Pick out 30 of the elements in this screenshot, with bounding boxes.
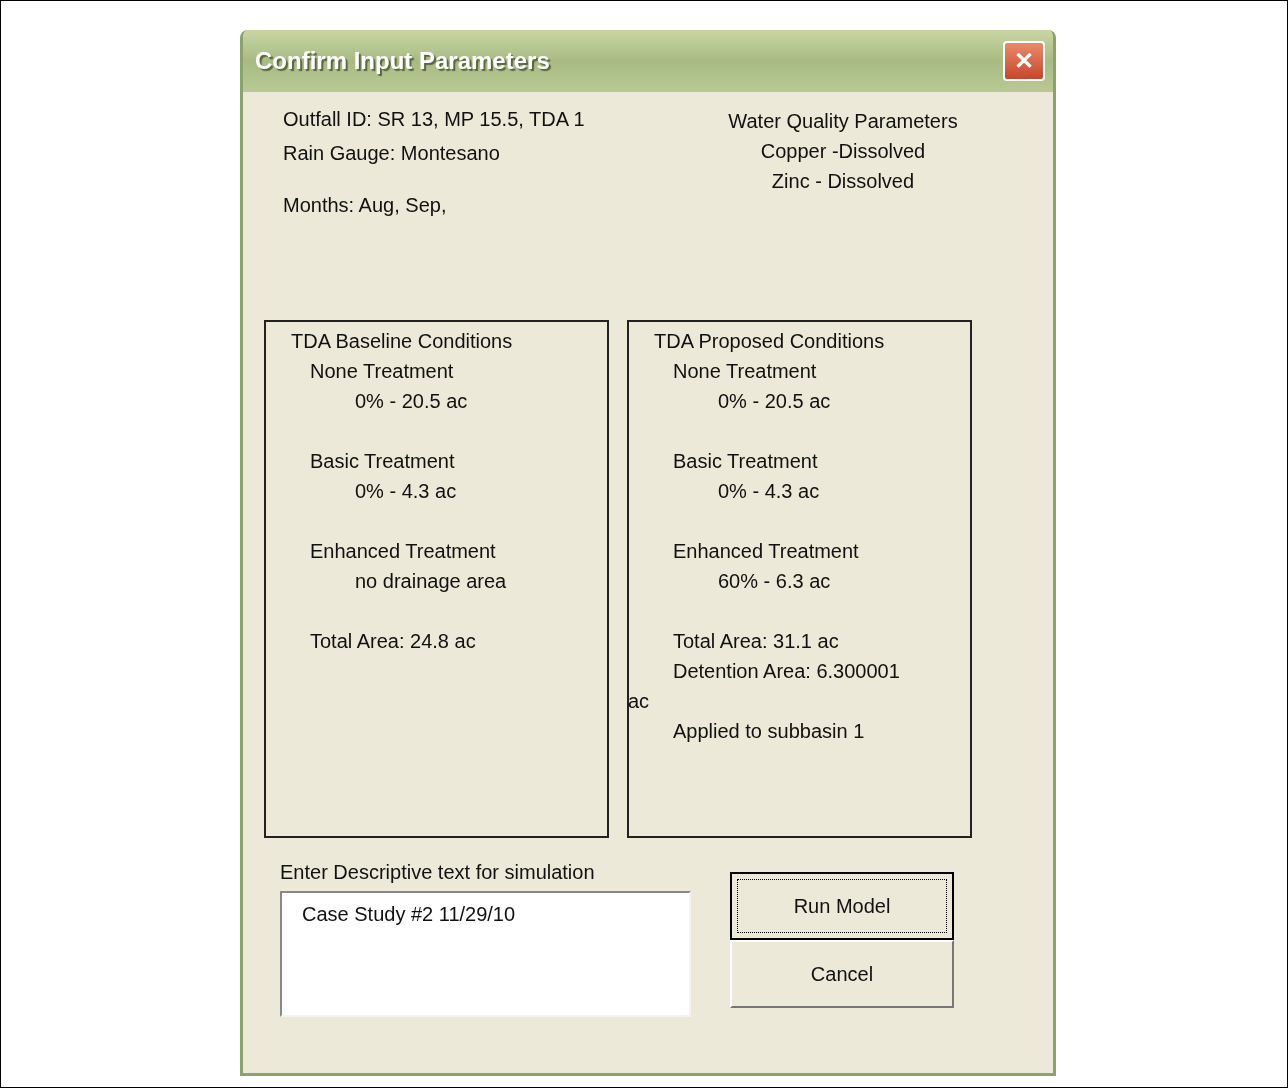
info-text: Outfall ID: SR 13, MP 15.5, TDA 1	[283, 107, 586, 132]
treatment-label: None Treatment	[309, 359, 455, 384]
section-title: Water Quality Parameters	[728, 109, 958, 134]
parameter-text: Copper -Dissolved	[760, 139, 926, 164]
treatment-value: no drainage area	[354, 569, 508, 594]
treatment-label: Basic Treatment	[309, 449, 456, 474]
dialog-button[interactable]: Run Model	[730, 872, 954, 940]
total-text: Total Area: 24.8 ac	[309, 629, 477, 654]
treatment-label: Basic Treatment	[672, 449, 819, 474]
info-text: Rain Gauge: Montesano	[283, 141, 501, 166]
dialog-button[interactable]: Cancel	[730, 940, 954, 1008]
group-title: TDA Proposed Conditions	[653, 329, 886, 354]
treatment-value: 60% - 6.3 ac	[717, 569, 832, 594]
description-label: Enter Descriptive text for simulation	[280, 860, 596, 885]
months-text: Months: Aug, Sep,	[283, 193, 448, 218]
treatment-label: Enhanced Treatment	[309, 539, 497, 564]
group-title: TDA Baseline Conditions	[290, 329, 514, 354]
total-text: Detention Area: 6.300001	[672, 659, 901, 684]
treatment-value: 0% - 20.5 ac	[354, 389, 469, 414]
treatment-label: None Treatment	[672, 359, 818, 384]
parameter-text: Zinc - Dissolved	[771, 169, 915, 194]
window-title: Confirm Input Parameters	[255, 46, 550, 76]
description-field[interactable]: Case Study #2 11/29/10	[280, 891, 691, 1017]
treatment-value: 0% - 4.3 ac	[717, 479, 821, 504]
treatment-value: 0% - 4.3 ac	[354, 479, 458, 504]
total-text: Applied to subbasin 1	[672, 719, 866, 744]
total-text: Total Area: 31.1 ac	[672, 629, 840, 654]
treatment-value: 0% - 20.5 ac	[717, 389, 832, 414]
total-text: ac	[628, 689, 651, 714]
treatment-label: Enhanced Treatment	[672, 539, 860, 564]
